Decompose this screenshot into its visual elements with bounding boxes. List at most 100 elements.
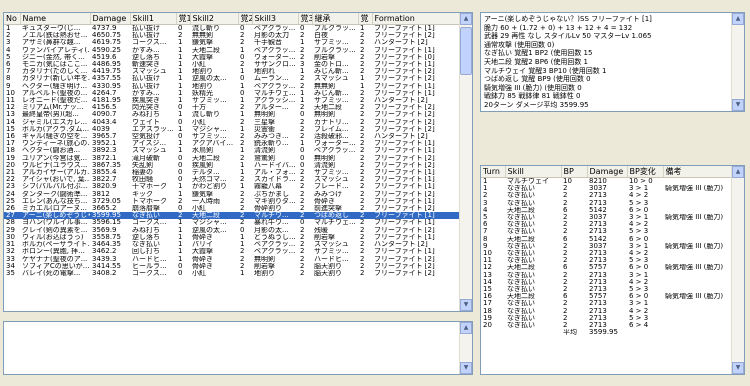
column-header[interactable]: Formation — [372, 13, 460, 25]
character-row[interactable]: 23 シフ(パルパル付ぶ... 3820.9 十マホーク 1 かわど割り 1 霧籠八幕 2 ブレー… — [4, 183, 459, 190]
column-header[interactable]: Damage — [587, 166, 628, 178]
character-row[interactable]: 17 ウンディーネ(旅心の... 3952.1 アイスジ... 1 アクアバイ... 2 銃永… — [4, 140, 459, 147]
table-cell: 2 — [300, 118, 305, 126]
table-cell: 5 > 3 — [629, 228, 649, 236]
log-scroll-down-button[interactable]: ▼ — [460, 362, 472, 374]
column-header[interactable]: 継承 — [312, 13, 359, 25]
turn-row[interactable]: 7 なぎ払い 2 2713 5 > 3 — [481, 228, 731, 235]
turn-row[interactable]: 14 なぎ払い 2 2713 4 > 2 — [481, 279, 731, 286]
log-text-area[interactable]: ▲ ▼ — [3, 321, 473, 375]
scroll-up-button[interactable]: ▲ — [460, 13, 472, 25]
character-row[interactable]: 18 ヘクター(闘お酒... 3892.3 スマッシュ 1 水鳥剣 1 清流剣 0 ベアクラッ..… — [4, 147, 459, 154]
character-row[interactable]: 13 最終皇帝(男)(超... 4090.7 みね打ち 1 流し斬り 1 無明剣 0 無明剣 2 フリ… — [4, 111, 459, 118]
character-row[interactable]: 27アーニ(楽しめぞうじゃ...3599.95なぎ払い2天地二段2マルチウ...… — [4, 212, 459, 220]
character-row[interactable]: 12 ミリアム(Mr.ナッ... 4156.5 閃光突き 0 十方 2 アルター... 2 天地二… — [4, 104, 459, 111]
character-row[interactable]: 28 ヨハン(ワルイル事... 3596.15 コークス... 1 マジシャ... 2 暴れ牛… — [4, 219, 459, 226]
character-row[interactable]: 22 アイシャ(おいで, 葉... 3822.7 牧田騒 0 天然ゴマ... 2 スカイドラ.… — [4, 176, 459, 183]
log-scroll-up-button[interactable]: ▲ — [460, 322, 472, 334]
scroll-down-button[interactable]: ▼ — [460, 299, 472, 311]
character-row[interactable]: 9 ヘクター(騒ぎ明け... 4330.95 払い抜け 1 地割り 1 ベアクラッ... 2 無無… — [4, 83, 459, 90]
turn-row[interactable]: 17 なぎ払い 2 2713 3 > 1 — [481, 300, 731, 307]
character-row[interactable]: 19 ユリアン(今宮は気... 3872.1 滝月破斬 0 天地二段 2 鷲驚剣 0 無明剣 2 フリ… — [4, 155, 459, 162]
turn-row[interactable]: 9 なぎ払い 2 3037 3 > 1 騎気増強 III (脆力) — [481, 243, 731, 250]
character-info-panel[interactable]: アーニ(楽しめぞうじゃない？)SS フリーファイト [1] 脆力 60 + (1… — [480, 12, 745, 112]
column-header[interactable]: Skill3 — [252, 13, 299, 25]
turn-row[interactable]: 4 天地二段 6 5142 6 > 0 — [481, 207, 731, 214]
character-row[interactable]: 14 ジャミル(エスカレ... 4043.4 ウェイト 0 小紅 2 三星撃 2 カナトリ... 2… — [4, 119, 459, 126]
column-header[interactable]: No — [4, 13, 21, 25]
character-row[interactable]: 30 ウィル(お込ばうっ) 3558.75 逆し落ち 1 骨砕き 1 どうぬうし... 2 削岩撃… — [4, 234, 459, 241]
column-header[interactable]: Skill1 — [130, 13, 177, 25]
column-header[interactable]: Name — [20, 13, 91, 25]
turn-row[interactable]: 13 なぎ払い 2 2713 3 > 1 — [481, 272, 731, 279]
character-row[interactable]: 34 ソフィアCの思いが... 3414.55 ヒールラ... 0 骨砕き 2 削岩撃 2 脳天割… — [4, 263, 459, 270]
table-cell: 3820.9 — [92, 183, 117, 191]
table-cell: 3665.2 — [92, 205, 117, 213]
character-row[interactable]: 20 ウルピナ(ユラウス... 3867.35 失乱剣 0 疾風剣 1 ハードイバ... 0 清流… — [4, 162, 459, 169]
character-row[interactable]: 10 アルベルト(聖夜の... 4264.7 かすみ... 1 妖精光 0 マルチウェ... 1… — [4, 90, 459, 97]
character-row[interactable]: 35 バレイ(死の電撃... 3408.2 コークス... 0 小紅 1 地割り 2 脳天割り 2 フ… — [4, 270, 459, 277]
character-list-scrollbar[interactable]: ▲ ▼ — [459, 13, 472, 311]
turn-row[interactable]: 11 なぎ払い 2 2713 5 > 3 — [481, 257, 731, 264]
character-row[interactable]: 32 ポロンー(異胞, 拝... 3462.2 回し打ち 1 大霞撃 2 ベアクラッ... 2 サ… — [4, 248, 459, 255]
character-row[interactable]: 2 ノエル(鉄は熱おせ... 4650.75 払い抜け 2 無無剣 2 月影の太刀 2 白夜 2 フリ… — [4, 32, 459, 39]
character-row[interactable]: 7 カタリナ(たのしく... 4419.75 スマッシュ 1 地割り 1 地割れ 1 みじん斬..… — [4, 68, 459, 75]
turn-row[interactable]: 18 なぎ払い 2 2713 4 > 2 — [481, 308, 731, 315]
character-row[interactable]: 16 ギャル(騒ぎの空を... 3965.7 空気投げ 0 サブミッ... 2 みみつき...… — [4, 133, 459, 140]
character-list-panel[interactable]: NoNameDamageSkill1覚1Skill2覚2Skill3覚3継承覚F… — [3, 12, 473, 312]
turn-row[interactable]: 16 天地二段 6 5757 6 > 0 騎気増強 III (脆力) — [481, 293, 731, 300]
turn-scroll-up-button[interactable]: ▲ — [732, 166, 744, 178]
column-header[interactable]: Turn — [481, 166, 506, 178]
turn-row[interactable]: 3 なぎ払い 2 2713 5 > 3 — [481, 200, 731, 207]
scroll-thumb[interactable] — [460, 27, 472, 75]
turn-row[interactable]: 12 天地二段 6 5757 6 > 0 騎気増強 III (脆力) — [481, 264, 731, 271]
turn-row[interactable]: 1 なぎ払い 2 3037 3 > 1 騎気増強 III (脆力) — [481, 185, 731, 192]
character-row[interactable]: 15 ポルカ(アクラ.ダム... 4039 エアスラッ... 1 マジシャ... 1 災霊衝 2… — [4, 126, 459, 133]
character-row[interactable]: 4 ウァンパイアレディ(... 4590.25 かすみ... 1 天地二段 1 ベアクラッ..… — [4, 47, 459, 54]
character-row[interactable]: 25 エレン(あんな技ち... 3729.05 トマホーク 2 一人時雨 2 マキ割りダ...… — [4, 198, 459, 205]
character-row[interactable]: 1 ギュスターヴ(じ... 4737.9 払い抜け 0 流し斬り 0 ベアクラッ... 0 ブルク… — [4, 25, 459, 33]
turn-scrollbar[interactable]: ▲ ▼ — [731, 166, 744, 374]
character-row[interactable]: 21 アルカイザー(アルカ... 3855.4 稲妻の 0 デルタ... 1 アル・フォ...… — [4, 169, 459, 176]
table-cell: 月影の太刀 — [254, 32, 289, 40]
character-row[interactable]: 29 グレイ(剣の異素を... 3569.9 みね打ち 1 逆風の太... 0 月影の太...… — [4, 227, 459, 234]
column-header[interactable]: 備考 — [663, 166, 732, 178]
character-row[interactable]: 33 ケヤナナ(聖夜のア... 3439.3 ハードヒ... 1 骨砕き 2 無明剣 2 ハードヒ… — [4, 256, 459, 263]
table-cell: 6 — [483, 221, 488, 229]
turn-row[interactable]: 6 なぎ払い 2 2713 4 > 2 — [481, 221, 731, 228]
info-scroll-up-button[interactable]: ▲ — [732, 13, 744, 25]
character-row[interactable]: 31 ポルカ(ペーサライト... 3464.35 なぎ払い 1 パリイ 1 ベアクラッ... 2… — [4, 241, 459, 248]
info-scrollbar[interactable]: ▲ ▼ — [731, 13, 744, 111]
table-cell: 2 — [300, 248, 305, 256]
log-scrollbar[interactable]: ▲ ▼ — [459, 322, 472, 374]
character-row[interactable]: 3 アザミ(鼻群な趣... 4619.75 コークス... 1 鎌気撃 2 千手観音 1 サブミッ… — [4, 39, 459, 46]
column-header[interactable]: 覚 — [358, 13, 373, 25]
character-row[interactable]: 8 カタリナ(新しい年を... 4357.55 払い抜け 1 逆風の太... 0 ムーラン..… — [4, 75, 459, 82]
turn-row[interactable]: 1 マルチウェイ 10 8210 10 > 0 — [481, 178, 731, 186]
turn-detail-panel[interactable]: Turn Skill BP Damage BP変化 備考 1 マルチウェイ 10 8210 10 … — [480, 165, 745, 375]
column-header[interactable]: Skill — [505, 166, 562, 178]
character-row[interactable]: 6 モニカ(気にはここ... 4486.95 斬速突き 1 小紅 2 サザンクロ... 3 金のト… — [4, 61, 459, 68]
turn-row[interactable]: 8 天地二段 6 5142 6 > 0 — [481, 236, 731, 243]
table-cell: ハードヒ... — [132, 255, 167, 263]
character-row[interactable]: 11 レオニード(聖夜だ... 4181.95 疾風突き 1 サブミッ... 1 アクラッシ.… — [4, 97, 459, 104]
turn-row[interactable]: 20 なぎ払い 2 2713 6 > 4 — [481, 322, 731, 329]
turn-row[interactable]: 10 なぎ払い 2 2713 4 > 2 — [481, 250, 731, 257]
character-row[interactable]: 26 ミカエル(ロアーヌ... 3665.2 崩落暦撃 0 小紅 2 骨砕割り 2 前進突撃 2 フリ… — [4, 205, 459, 212]
column-header[interactable]: Damage — [90, 13, 131, 25]
character-row[interactable]: 5 ジニー(金然, 帯く... 4519.6 逆し落ち 1 大霞撃 0 ウォーター... 2 削岩… — [4, 54, 459, 61]
table-cell: サブミッ... — [192, 133, 227, 141]
column-header[interactable]: Skill2 — [190, 13, 239, 25]
column-header[interactable]: 覚3 — [298, 13, 313, 25]
character-row[interactable]: 24 ダンターク(闘術準... 3812 キック 1 鎌気撃 2 ぶちかまし 2 みみつけ 2 フリー… — [4, 191, 459, 198]
column-header[interactable]: BP変化 — [627, 166, 664, 178]
info-scroll-down-button[interactable]: ▼ — [732, 99, 744, 111]
column-header[interactable]: 覚1 — [176, 13, 191, 25]
turn-scroll-down-button[interactable]: ▼ — [732, 362, 744, 374]
turn-row[interactable]: 2 なぎ払い 2 2713 4 > 2 — [481, 192, 731, 199]
turn-row[interactable]: 15 なぎ払い 2 2713 5 > 3 — [481, 286, 731, 293]
column-header[interactable]: BP — [561, 166, 588, 178]
turn-row[interactable]: 19 なぎ払い 2 2713 5 > 3 — [481, 315, 731, 322]
column-header[interactable]: 覚2 — [238, 13, 253, 25]
turn-row[interactable]: 5 なぎ払い 2 3037 3 > 1 騎気増強 III (脆力) — [481, 214, 731, 221]
